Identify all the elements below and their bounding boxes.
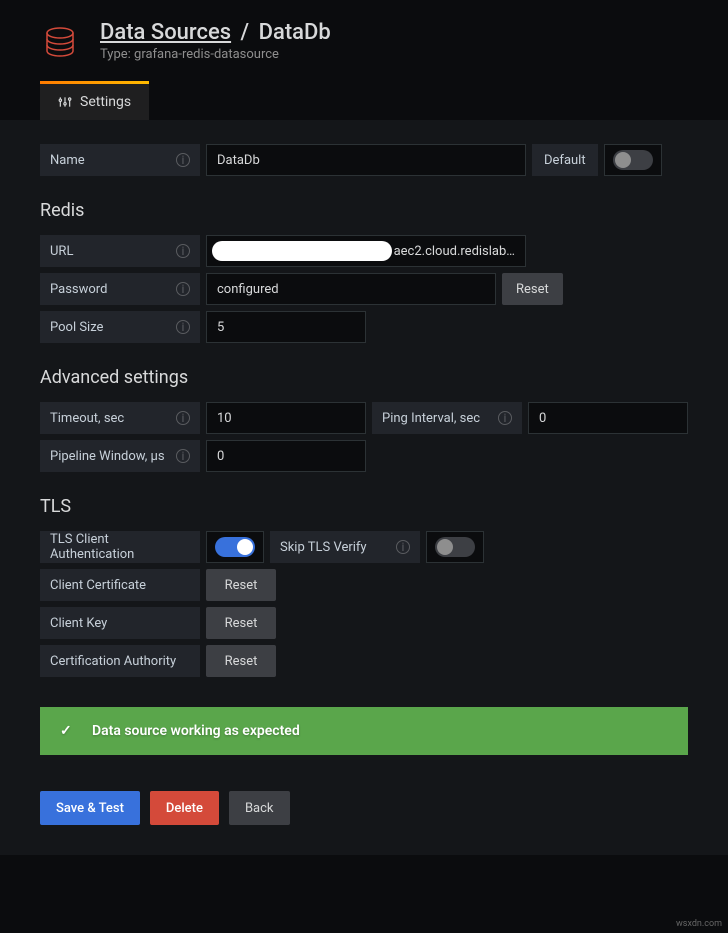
info-icon[interactable]: i bbox=[176, 411, 190, 425]
breadcrumb: Data Sources / DataDb bbox=[100, 20, 331, 45]
pipeline-input[interactable] bbox=[206, 440, 366, 472]
redis-logo-icon bbox=[40, 22, 80, 62]
info-icon[interactable]: i bbox=[176, 320, 190, 334]
pipeline-label: Pipeline Window, µs i bbox=[40, 440, 200, 472]
save-test-button[interactable]: Save & Test bbox=[40, 791, 140, 825]
tab-settings[interactable]: Settings bbox=[40, 82, 149, 120]
pool-label: Pool Size i bbox=[40, 311, 200, 343]
back-button[interactable]: Back bbox=[229, 791, 290, 825]
url-label: URL i bbox=[40, 235, 200, 267]
breadcrumb-parent-link[interactable]: Data Sources bbox=[100, 20, 231, 45]
timeout-label: Timeout, sec i bbox=[40, 402, 200, 434]
info-icon[interactable]: i bbox=[176, 153, 190, 167]
section-redis: Redis bbox=[40, 200, 688, 221]
info-icon[interactable]: i bbox=[176, 244, 190, 258]
tab-settings-label: Settings bbox=[80, 94, 131, 110]
credit-text: wsxdn.com bbox=[676, 919, 722, 929]
tls-auth-toggle[interactable] bbox=[206, 531, 264, 563]
client-key-reset-button[interactable]: Reset bbox=[206, 607, 276, 639]
status-alert: ✓ Data source working as expected bbox=[40, 707, 688, 755]
timeout-input[interactable] bbox=[206, 402, 366, 434]
alert-text: Data source working as expected bbox=[92, 723, 300, 739]
info-icon[interactable]: i bbox=[176, 449, 190, 463]
pool-input[interactable] bbox=[206, 311, 366, 343]
info-icon[interactable]: i bbox=[498, 411, 512, 425]
password-reset-button[interactable]: Reset bbox=[502, 273, 563, 305]
client-cert-label: Client Certificate bbox=[40, 569, 200, 601]
info-icon[interactable]: i bbox=[396, 540, 410, 554]
redacted-overlay bbox=[212, 241, 392, 261]
tls-auth-label: TLS Client Authentication bbox=[40, 531, 200, 563]
breadcrumb-sep: / bbox=[241, 20, 250, 45]
skip-verify-toggle[interactable] bbox=[426, 531, 484, 563]
default-toggle[interactable] bbox=[604, 144, 662, 176]
ca-label: Certification Authority bbox=[40, 645, 200, 677]
client-cert-reset-button[interactable]: Reset bbox=[206, 569, 276, 601]
ping-input[interactable] bbox=[528, 402, 688, 434]
ping-label: Ping Interval, sec i bbox=[372, 402, 522, 434]
name-label: Name i bbox=[40, 144, 200, 176]
ca-reset-button[interactable]: Reset bbox=[206, 645, 276, 677]
password-label: Password i bbox=[40, 273, 200, 305]
skip-verify-label: Skip TLS Verify i bbox=[270, 531, 420, 563]
breadcrumb-current: DataDb bbox=[259, 20, 331, 45]
name-input[interactable] bbox=[206, 144, 526, 176]
section-tls: TLS bbox=[40, 496, 688, 517]
section-advanced: Advanced settings bbox=[40, 367, 688, 388]
check-icon: ✓ bbox=[60, 723, 78, 739]
default-label: Default bbox=[532, 144, 598, 176]
sliders-icon bbox=[58, 95, 72, 109]
delete-button[interactable]: Delete bbox=[150, 791, 219, 825]
client-key-label: Client Key bbox=[40, 607, 200, 639]
type-label: Type: grafana-redis-datasource bbox=[100, 47, 331, 62]
info-icon[interactable]: i bbox=[176, 282, 190, 296]
password-input[interactable] bbox=[206, 273, 496, 305]
